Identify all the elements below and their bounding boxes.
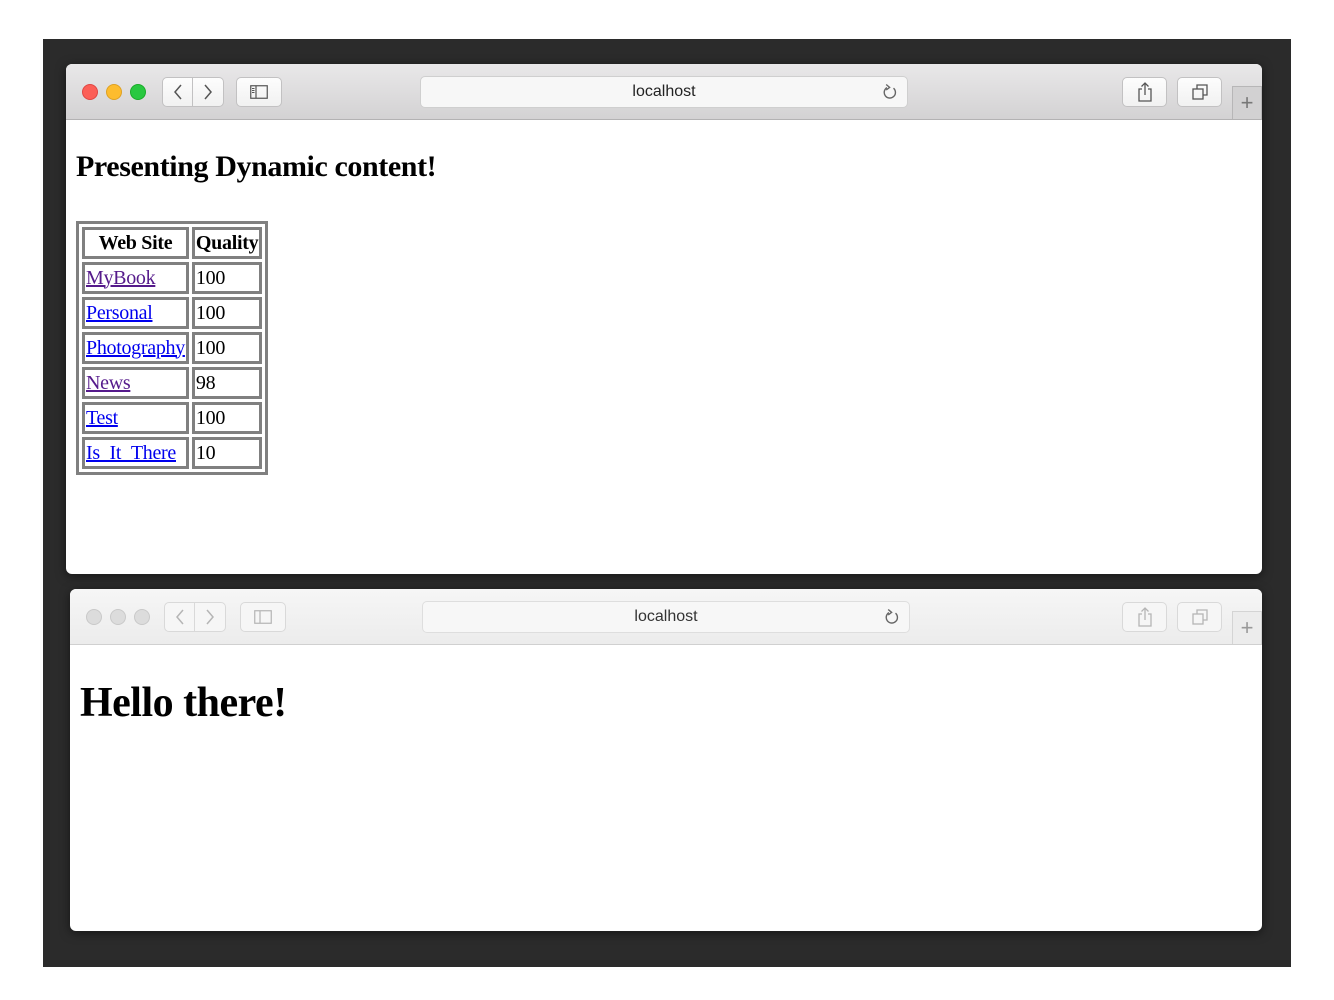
window-controls bbox=[86, 609, 150, 625]
quality-cell: 100 bbox=[191, 297, 263, 329]
reload-button[interactable] bbox=[881, 606, 903, 628]
sidebar-icon bbox=[250, 85, 268, 99]
zoom-button[interactable] bbox=[130, 84, 146, 100]
site-link-personal[interactable]: Personal bbox=[86, 302, 153, 324]
page-content: Presenting Dynamic content! Web Site Qua… bbox=[66, 120, 1262, 574]
site-link-test[interactable]: Test bbox=[86, 407, 118, 429]
close-button[interactable] bbox=[86, 609, 102, 625]
share-button[interactable] bbox=[1122, 602, 1167, 632]
tabs-overview-button[interactable] bbox=[1177, 602, 1222, 632]
column-header-quality: Quality bbox=[191, 227, 263, 259]
chevron-right-icon bbox=[206, 609, 214, 625]
page-content: Hello there! bbox=[70, 645, 1262, 931]
reload-icon bbox=[883, 83, 897, 99]
back-button[interactable] bbox=[162, 77, 193, 107]
sidebar-button[interactable] bbox=[236, 77, 282, 107]
tabs-overview-button[interactable] bbox=[1177, 77, 1222, 107]
address-bar[interactable]: localhost bbox=[422, 601, 910, 633]
browser-window-top: localhost + Presenting Dynamic content! … bbox=[66, 64, 1262, 574]
address-text: localhost bbox=[634, 608, 698, 625]
sidebar-icon bbox=[254, 610, 272, 624]
reload-icon bbox=[885, 608, 899, 624]
quality-cell: 10 bbox=[191, 437, 263, 469]
site-link-news[interactable]: News bbox=[86, 372, 131, 394]
site-cell: News bbox=[82, 367, 189, 399]
tabs-overview-icon bbox=[1191, 609, 1208, 625]
quality-cell: 100 bbox=[191, 262, 263, 294]
chevron-left-icon bbox=[175, 609, 184, 625]
forward-button[interactable] bbox=[195, 602, 226, 632]
site-cell: MyBook bbox=[82, 262, 189, 294]
table-row: Photography 100 bbox=[82, 332, 263, 364]
address-bar[interactable]: localhost bbox=[420, 76, 908, 108]
new-tab-button[interactable]: + bbox=[1232, 86, 1262, 119]
chevron-left-icon bbox=[173, 84, 182, 100]
chevron-right-icon bbox=[204, 84, 212, 100]
zoom-button[interactable] bbox=[134, 609, 150, 625]
page-heading: Hello there! bbox=[80, 680, 287, 726]
page-heading: Presenting Dynamic content! bbox=[76, 150, 437, 183]
browser-window-bottom: localhost + Hello there! bbox=[70, 589, 1262, 931]
site-link-mybook[interactable]: MyBook bbox=[86, 267, 156, 289]
share-icon bbox=[1137, 82, 1152, 102]
table-row: Is_It_There 10 bbox=[82, 437, 263, 469]
table-row: MyBook 100 bbox=[82, 262, 263, 294]
nav-buttons bbox=[162, 77, 224, 107]
site-cell: Is_It_There bbox=[82, 437, 189, 469]
browser-toolbar: localhost + bbox=[66, 64, 1262, 120]
site-link-photography[interactable]: Photography bbox=[86, 337, 185, 359]
site-link-is-it-there[interactable]: Is_It_There bbox=[86, 442, 176, 464]
quality-cell: 100 bbox=[191, 332, 263, 364]
share-button[interactable] bbox=[1122, 77, 1167, 107]
address-text: localhost bbox=[632, 83, 696, 100]
tabs-overview-icon bbox=[1191, 84, 1208, 100]
back-button[interactable] bbox=[164, 602, 195, 632]
window-controls bbox=[82, 84, 146, 100]
reload-button[interactable] bbox=[879, 81, 901, 103]
quality-cell: 100 bbox=[191, 402, 263, 434]
forward-button[interactable] bbox=[193, 77, 224, 107]
site-cell: Test bbox=[82, 402, 189, 434]
sidebar-button[interactable] bbox=[240, 602, 286, 632]
close-button[interactable] bbox=[82, 84, 98, 100]
browser-toolbar: localhost + bbox=[70, 589, 1262, 645]
minimize-button[interactable] bbox=[106, 84, 122, 100]
minimize-button[interactable] bbox=[110, 609, 126, 625]
quality-cell: 98 bbox=[191, 367, 263, 399]
table-row: Test 100 bbox=[82, 402, 263, 434]
table-header-row: Web Site Quality bbox=[82, 227, 263, 259]
column-header-web-site: Web Site bbox=[82, 227, 189, 259]
table-row: Personal 100 bbox=[82, 297, 263, 329]
nav-buttons bbox=[164, 602, 226, 632]
table-row: News 98 bbox=[82, 367, 263, 399]
share-icon bbox=[1137, 607, 1152, 627]
site-cell: Photography bbox=[82, 332, 189, 364]
sites-table: Web Site Quality MyBook 100 Personal 100… bbox=[76, 221, 269, 475]
site-cell: Personal bbox=[82, 297, 189, 329]
new-tab-button[interactable]: + bbox=[1232, 611, 1262, 644]
